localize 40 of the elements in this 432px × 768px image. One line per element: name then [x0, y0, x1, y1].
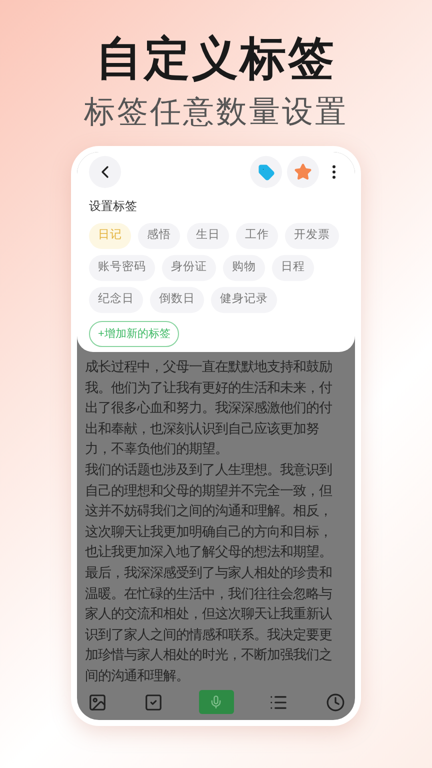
star-icon [294, 163, 312, 181]
headline: 自定义标签 [96, 31, 336, 86]
note-line: 加珍惜与家人相处的时光，不断加强我们之 [85, 646, 332, 664]
checkbox-icon [144, 692, 164, 712]
note-line: 这次聊天让我更加明确自己的方向和目标， [85, 522, 332, 541]
note-line: 间的沟通和理解。 [85, 666, 189, 685]
note-line: 自己的理想和父母的期望并不完全一致，但 [85, 482, 332, 500]
tag-button[interactable] [250, 156, 282, 188]
note-line: 我。他们为了让我有更好的生活和未来，付 [85, 378, 332, 397]
note-line: 我们的话题也涉及到了人生理想。我意识到 [85, 460, 332, 479]
tag-chip[interactable]: 纪念日 [89, 287, 143, 313]
add-tag-button[interactable]: +增加新的标签 [89, 321, 180, 347]
tag-chip[interactable]: 感悟 [138, 223, 180, 249]
tag-chip[interactable]: 生日 [187, 223, 229, 249]
note-line: 出和奉献，也深刻认识到自己应该更加努 [85, 420, 319, 438]
note-line: 力，不辜负他们的期望。 [85, 440, 228, 458]
panel-title: 设置标签 [89, 198, 138, 215]
tag-chip[interactable]: 账号密码 [89, 255, 155, 281]
note-line: 温暖。在忙碌的生活中，我们往往会忽略与 [85, 584, 332, 603]
note-line: 出了很多心血和努力。我深深感激他们的付 [85, 399, 332, 418]
note-line: 这并不妨碍我们之间的沟通和理解。相反， [85, 502, 332, 520]
note-line: 最后，我深深感受到了与家人相处的珍贵和 [85, 564, 332, 582]
tag-chip[interactable]: 日程 [272, 255, 314, 281]
note-line: 家人的交流和相处，但这次聊天让我重新认 [85, 605, 332, 624]
tag-chip[interactable]: 倒数日 [150, 287, 204, 313]
note-line: 也让我更加深入地了解父母的想法和期望。 [85, 543, 332, 562]
clock-icon [326, 692, 344, 712]
tag-chip[interactable]: 购物 [223, 255, 265, 281]
favorite-button[interactable] [287, 156, 319, 188]
image-icon [88, 692, 106, 712]
tag-chip[interactable]: 工作 [236, 223, 278, 249]
microphone-icon [209, 695, 223, 709]
tag-chip[interactable]: 健身记录 [211, 287, 277, 313]
tag-chip[interactable]: 身份证 [162, 255, 216, 281]
note-line: 成长过程中，父母一直在默默地支持和鼓励 [85, 358, 332, 376]
tag-icon [258, 164, 274, 180]
subheadline: 标签任意数量设置 [84, 93, 348, 131]
tag-chip[interactable]: 开发票 [285, 223, 339, 249]
note-line: 识到了家人之间的情感和联系。我决定要更 [85, 626, 332, 644]
back-button[interactable] [89, 156, 121, 188]
